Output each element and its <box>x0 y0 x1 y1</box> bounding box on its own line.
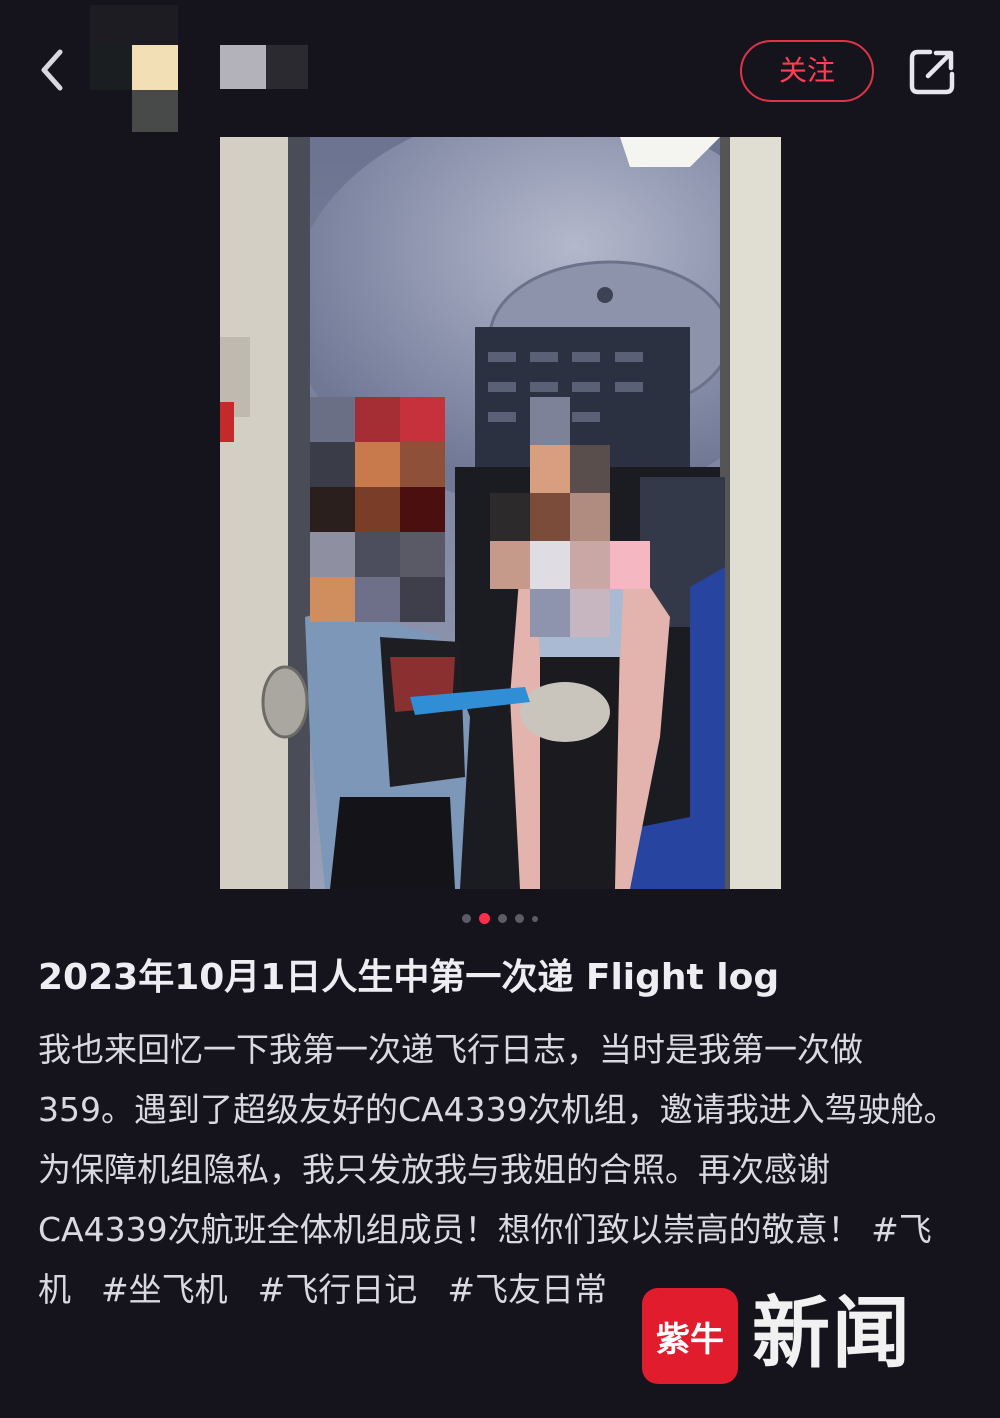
author-avatar-blurred[interactable] <box>90 5 310 135</box>
hashtag-link[interactable]: #飞友日常 <box>447 1270 607 1309</box>
carousel-dot[interactable] <box>498 914 507 923</box>
chevron-left-icon <box>41 49 63 91</box>
post-photo[interactable] <box>220 137 781 889</box>
post-title: 2023年10月1日人生中第一次递 Flight log <box>38 957 780 998</box>
hashtag-link[interactable]: #坐飞机 <box>101 1270 228 1309</box>
share-external-icon <box>909 49 955 95</box>
top-bar: 关注 <box>0 0 1000 135</box>
watermark-logo: 紫牛 <box>642 1288 738 1384</box>
carousel-indicator <box>0 908 1000 928</box>
carousel-dot[interactable] <box>462 914 471 923</box>
watermark-name: 新闻 <box>752 1288 913 1379</box>
back-button[interactable] <box>30 42 80 98</box>
hashtag-link[interactable]: #飞行日记 <box>258 1270 418 1309</box>
carousel-dot[interactable] <box>532 915 538 922</box>
post-body-text: 我也来回忆一下我第一次递飞行日志，当时是我第一次做359。遇到了超级友好的CA4… <box>38 1030 957 1249</box>
follow-button[interactable]: 关注 <box>740 40 874 102</box>
carousel-dot[interactable] <box>515 914 524 923</box>
post-body: 我也来回忆一下我第一次递飞行日志，当时是我第一次做359。遇到了超级友好的CA4… <box>38 1020 958 1320</box>
news-watermark: 紫牛 新闻 <box>642 1288 942 1384</box>
cockpit-photo-image <box>220 137 781 889</box>
carousel-dot[interactable] <box>479 913 490 924</box>
share-button[interactable] <box>906 46 958 98</box>
face-mosaic-left <box>310 397 445 622</box>
